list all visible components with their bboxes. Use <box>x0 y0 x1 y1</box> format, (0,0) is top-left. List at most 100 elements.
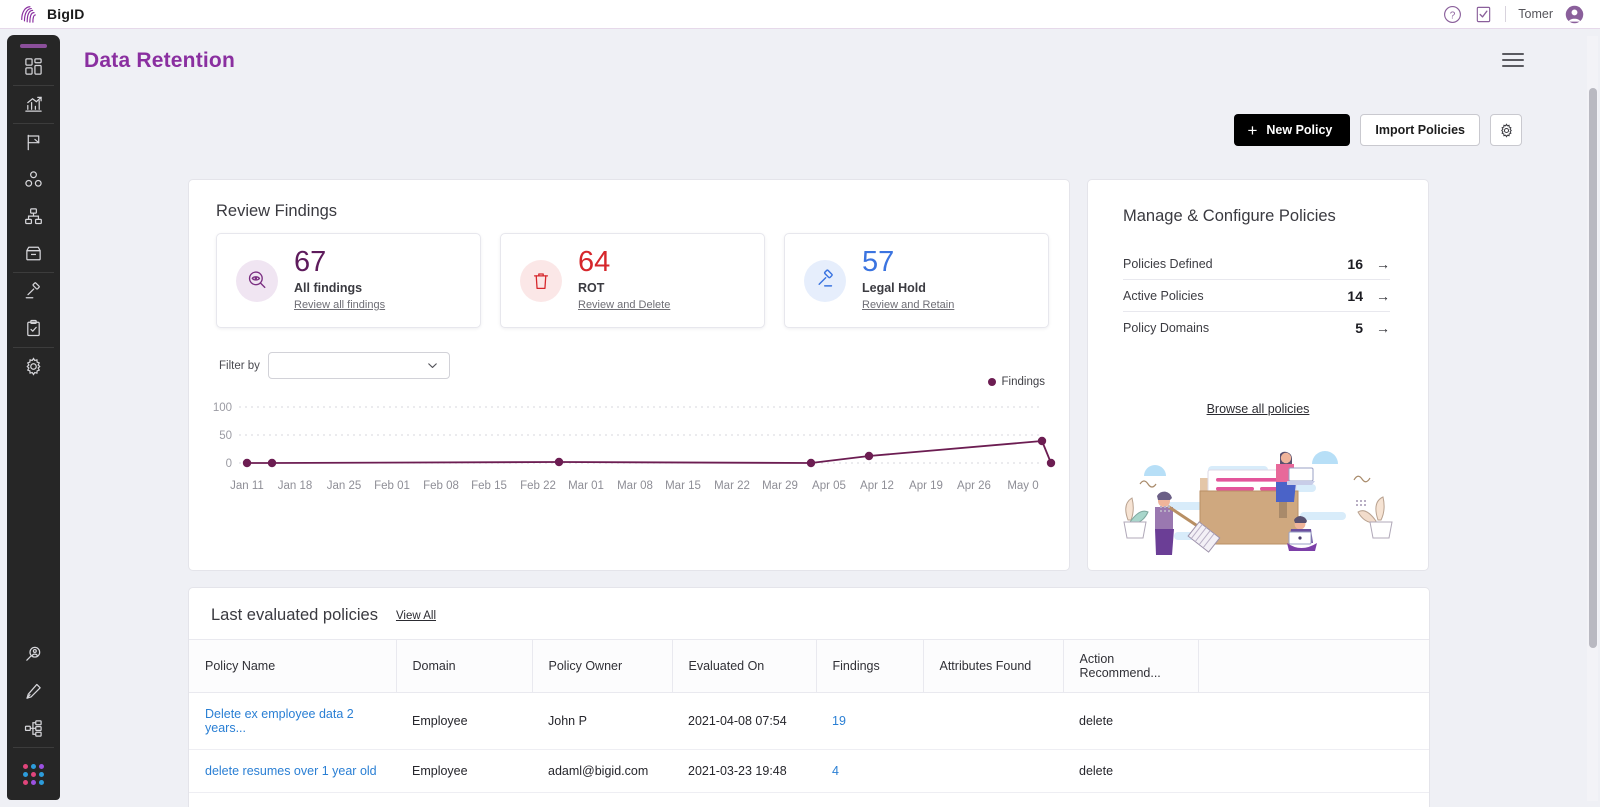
archive-box-icon <box>26 246 41 261</box>
col-attributes-found[interactable]: Attributes Found <box>923 639 1064 693</box>
sidebar-item-legal[interactable] <box>7 273 60 310</box>
cell-policy-name[interactable]: hr_emp_records <box>189 792 396 807</box>
manage-policies-panel: Manage & Configure Policies Policies Def… <box>1087 179 1429 571</box>
legend-label: Findings <box>1001 376 1045 388</box>
settings-button[interactable] <box>1490 114 1522 146</box>
browse-all-policies-link[interactable]: Browse all policies <box>1088 402 1428 416</box>
dashboard-grid-icon <box>25 58 42 75</box>
svg-text:?: ? <box>1450 10 1456 21</box>
filter-select[interactable] <box>267 352 450 379</box>
policy-name-link[interactable]: delete resumes over 1 year old <box>205 764 377 778</box>
col-spacer <box>1198 639 1429 693</box>
x-tick: Apr 12 <box>860 480 894 492</box>
sidebar-item-discovery[interactable] <box>7 636 60 673</box>
sidebar-item-data-sources[interactable] <box>7 198 60 235</box>
cell-attributes-found <box>923 692 1063 750</box>
help-circle-icon[interactable]: ? <box>1443 5 1462 24</box>
scrollbar-thumb[interactable] <box>1589 88 1597 648</box>
col-policy-owner[interactable]: Policy Owner <box>532 639 673 693</box>
cell-policy-owner: danr@bigid.com <box>532 792 672 807</box>
cell-findings[interactable]: 0 <box>816 792 923 807</box>
top-bar: BigID ? Tomer <box>0 0 1600 29</box>
hamburger-menu-icon[interactable] <box>1502 53 1524 67</box>
divider <box>1505 6 1507 22</box>
top-bar-right: ? Tomer <box>1443 5 1590 24</box>
y-tick-50: 50 <box>219 430 232 442</box>
x-tick: Jan 11 <box>230 480 264 492</box>
sidebar-item-policies[interactable] <box>7 124 60 161</box>
stat-card-rot[interactable]: 64 ROT Review and Delete <box>500 233 765 328</box>
sidebar-item-correlation[interactable] <box>7 710 60 747</box>
x-tick: Feb 22 <box>520 480 556 492</box>
checklist-icon[interactable] <box>1474 5 1493 24</box>
table-row[interactable]: Delete ex employee data 2 years... Emplo… <box>189 692 1429 750</box>
policy-domains-row[interactable]: Policy Domains 5 → <box>1123 312 1390 344</box>
col-action[interactable]: Action Recommend... <box>1063 639 1199 693</box>
sidebar-group-data <box>7 124 60 272</box>
filter-row: Filter by <box>219 352 450 379</box>
sidebar-item-insights[interactable] <box>7 86 60 123</box>
sidebar-item-identities[interactable] <box>7 161 60 198</box>
x-tick: Apr 05 <box>812 480 846 492</box>
view-all-link[interactable]: View All <box>396 610 436 622</box>
user-name: Tomer <box>1518 7 1553 21</box>
stat-text: 57 Legal Hold Review and Retain <box>862 248 954 313</box>
stat-card-all-findings[interactable]: 67 All findings Review all findings <box>216 233 481 328</box>
x-tick: Mar 01 <box>568 480 604 492</box>
table-row[interactable]: hr_emp_records Employee danr@bigid.com 2… <box>189 792 1429 807</box>
trash-icon <box>520 259 562 302</box>
illustration-plant-left <box>1123 497 1149 539</box>
policy-name-link[interactable]: Delete ex employee data 2 years... <box>205 707 354 735</box>
review-findings-title: Review Findings <box>216 202 338 220</box>
findings-link[interactable]: 4 <box>832 764 839 778</box>
row-value: 16 <box>1347 255 1363 272</box>
filter-label: Filter by <box>219 359 260 372</box>
active-policies-row[interactable]: Active Policies 14 → <box>1123 280 1390 312</box>
brand[interactable]: BigID <box>10 4 85 24</box>
import-policies-button[interactable]: Import Policies <box>1360 114 1480 146</box>
row-value: 14 <box>1347 287 1363 304</box>
sidebar-item-labeling[interactable] <box>7 673 60 710</box>
policies-defined-row[interactable]: Policies Defined 16 → <box>1123 248 1390 280</box>
row-value: 5 <box>1355 320 1363 336</box>
row-label: Policy Domains <box>1123 321 1210 335</box>
cell-evaluated-on: 2021-03-17 17:44 <box>672 792 816 807</box>
x-tick: Apr 19 <box>909 480 943 492</box>
sidebar-item-inventory[interactable] <box>7 235 60 272</box>
x-tick: Mar 29 <box>762 480 798 492</box>
findings-line-chart: 100 50 0 Jan 11 Jan 18 Jan 25 Feb 01 Feb… <box>213 402 1056 492</box>
col-policy-name[interactable]: Policy Name <box>189 639 397 693</box>
table-header: Policy Name Domain Policy Owner Evaluate… <box>189 639 1429 693</box>
findings-link[interactable]: 19 <box>832 714 846 728</box>
sidebar-item-dashboard[interactable] <box>7 48 60 85</box>
stat-text: 64 ROT Review and Delete <box>578 248 670 313</box>
stat-link[interactable]: Review and Retain <box>862 299 954 311</box>
stat-link[interactable]: Review all findings <box>294 299 385 311</box>
cell-findings[interactable]: 19 <box>816 692 923 750</box>
table-head: Policy Name Domain Policy Owner Evaluate… <box>189 639 1429 693</box>
sidebar-item-settings[interactable] <box>7 348 60 385</box>
stat-link[interactable]: Review and Delete <box>578 299 670 311</box>
page-content: Data Retention + New Policy Import Polic… <box>60 29 1538 807</box>
legend-marker <box>987 378 996 386</box>
col-evaluated-on[interactable]: Evaluated On <box>672 639 817 693</box>
sidebar <box>7 35 60 800</box>
user-avatar-icon[interactable] <box>1565 5 1584 24</box>
x-tick-labels: Jan 11 Jan 18 Jan 25 Feb 01 Feb 08 Feb 1… <box>230 480 1039 492</box>
cell-policy-name[interactable]: delete resumes over 1 year old <box>189 749 396 793</box>
chevron-down-icon <box>428 363 437 369</box>
row-label: Active Policies <box>1123 288 1204 303</box>
manage-policies-title: Manage & Configure Policies <box>1123 207 1336 225</box>
sidebar-item-app-launcher[interactable] <box>7 748 60 800</box>
col-findings[interactable]: Findings <box>816 639 924 693</box>
sidebar-item-tasks[interactable] <box>7 310 60 347</box>
table-row[interactable]: delete resumes over 1 year old Employee … <box>189 749 1429 793</box>
cell-findings[interactable]: 4 <box>816 749 923 793</box>
new-policy-button[interactable]: + New Policy <box>1234 114 1351 146</box>
cell-domain: Employee <box>396 692 532 750</box>
flag-icon <box>27 134 40 151</box>
cell-spacer <box>1198 792 1429 807</box>
stat-card-legal-hold[interactable]: 57 Legal Hold Review and Retain <box>784 233 1049 328</box>
col-domain[interactable]: Domain <box>396 639 533 693</box>
cell-policy-name[interactable]: Delete ex employee data 2 years... <box>189 692 396 750</box>
